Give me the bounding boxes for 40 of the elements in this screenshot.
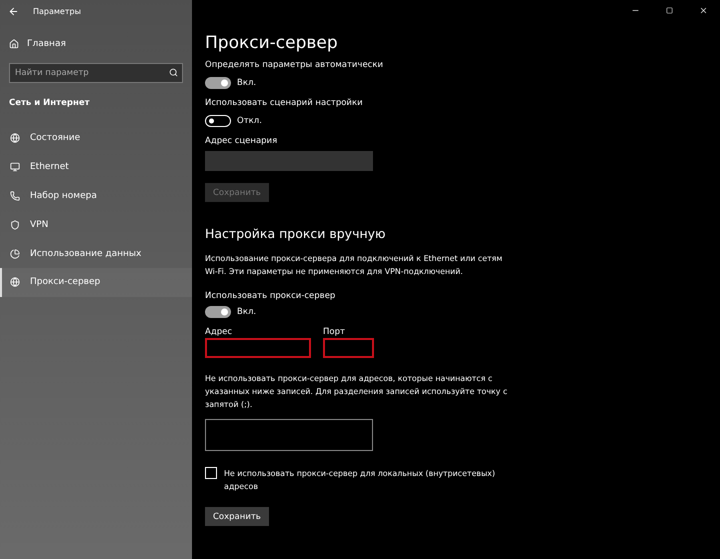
shield-icon [10,220,20,230]
sidebar-item[interactable]: Прокси-сервер [0,268,192,297]
setting-label: Определять параметры автоматически [205,59,384,71]
sidebar-item[interactable]: Состояние [0,124,192,153]
window-title: Параметры [33,6,81,16]
toggle-switch[interactable] [205,77,231,89]
pie-chart-icon [10,248,20,259]
field-label: Порт [323,326,346,338]
field-label: Адрес сценария [205,135,278,147]
sidebar-item[interactable]: Набор номера [0,182,192,210]
close-icon [698,6,708,14]
home-link[interactable]: Главная [0,22,192,53]
home-icon [9,39,19,49]
input-field[interactable] [205,338,311,358]
sidebar-item[interactable]: Использование данных [0,239,192,268]
toggle-switch[interactable] [205,306,231,318]
sidebar-item[interactable]: Ethernet [0,152,192,182]
toggle-state: Вкл. [237,306,256,318]
toggle-state: Откл. [237,115,262,127]
field-label: Адрес [205,326,233,338]
sidebar-item[interactable]: VPN [0,210,192,240]
section-heading: Сеть и Интернет [8,97,91,108]
monitor-icon [10,162,20,172]
section-heading: Настройка прокси вручную [205,226,386,242]
setting-label: Использовать сценарий настройки [205,97,363,109]
toggle-state: Вкл. [237,77,256,89]
checkbox[interactable] [205,467,217,479]
phone-icon [10,190,20,201]
globe-icon [10,277,20,288]
input-field[interactable] [323,338,374,358]
text-area[interactable] [205,419,373,451]
maximize-icon [666,6,672,14]
setting-label: Использовать прокси-сервер [205,290,336,302]
page-title: Прокси-сервер [205,32,338,54]
save-button[interactable]: Сохранить [205,507,269,526]
search-field[interactable]: Найти параметр [9,63,183,83]
toggle-switch[interactable] [205,115,231,127]
search-icon [169,68,178,77]
globe-icon [10,133,20,144]
back-icon[interactable] [8,6,19,16]
